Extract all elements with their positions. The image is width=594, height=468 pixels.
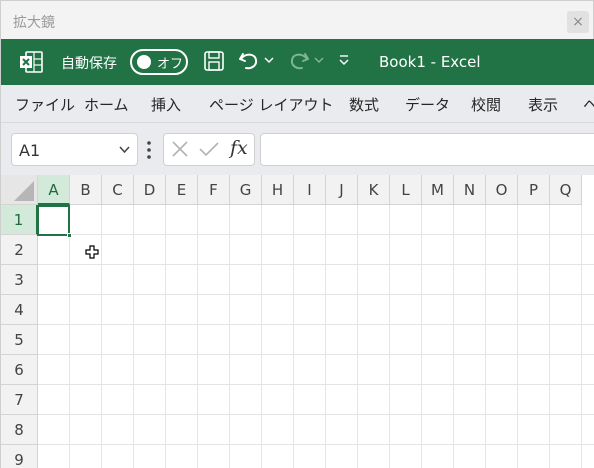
tab-home[interactable]: ホーム <box>84 94 129 115</box>
gridline-horizontal <box>38 414 594 415</box>
gridline-horizontal <box>38 264 594 265</box>
select-all-triangle <box>14 181 34 201</box>
autosave-label: 自動保存 <box>61 56 117 72</box>
undo-chevron-down-icon[interactable] <box>264 56 274 64</box>
column-header-d[interactable]: D <box>134 175 166 205</box>
enter-check-icon[interactable] <box>199 140 219 158</box>
column-header-c[interactable]: C <box>102 175 134 205</box>
formula-input[interactable] <box>260 133 594 166</box>
column-header-p[interactable]: P <box>518 175 550 205</box>
row-header-4[interactable]: 4 <box>1 295 38 325</box>
gridline-vertical <box>485 205 486 468</box>
column-header-l[interactable]: L <box>390 175 422 205</box>
row-header-6[interactable]: 6 <box>1 355 38 385</box>
tab-insert[interactable]: 挿入 <box>151 94 181 115</box>
spreadsheet-grid: ABCDEFGHIJKLMNOPQ 123456789 <box>1 175 594 468</box>
gridline-horizontal <box>38 384 594 385</box>
undo-icon[interactable] <box>237 50 261 72</box>
active-cell[interactable] <box>37 205 70 236</box>
column-header-e[interactable]: E <box>166 175 198 205</box>
gridline-vertical <box>325 205 326 468</box>
chevron-down-icon[interactable] <box>118 143 131 156</box>
select-all-button[interactable] <box>1 175 38 205</box>
column-header-q[interactable]: Q <box>550 175 582 205</box>
column-header-n[interactable]: N <box>454 175 486 205</box>
gridline-horizontal <box>38 354 594 355</box>
tab-data[interactable]: データ <box>405 94 450 115</box>
gridline-vertical <box>421 205 422 468</box>
row-header-3[interactable]: 3 <box>1 265 38 295</box>
tab-file[interactable]: ファイル <box>15 94 75 115</box>
column-header-b[interactable]: B <box>70 175 102 205</box>
row-header-9[interactable]: 9 <box>1 445 38 468</box>
column-header-m[interactable]: M <box>422 175 454 205</box>
tab-formulas[interactable]: 数式 <box>349 94 379 115</box>
close-button[interactable]: × <box>567 11 589 33</box>
insert-function-button[interactable]: fx <box>230 137 248 159</box>
gridline-vertical <box>261 205 262 468</box>
row-header-5[interactable]: 5 <box>1 325 38 355</box>
tab-review[interactable]: 校閲 <box>471 94 501 115</box>
fill-handle[interactable] <box>67 233 72 238</box>
column-header-i[interactable]: I <box>294 175 326 205</box>
cell-cursor-icon <box>85 245 99 259</box>
gridline-vertical <box>101 205 102 468</box>
gridline-vertical <box>133 205 134 468</box>
gridline-vertical <box>517 205 518 468</box>
column-header-g[interactable]: G <box>230 175 262 205</box>
gridline-vertical <box>581 205 582 468</box>
more-options-icon[interactable] <box>146 140 152 160</box>
tab-help[interactable]: ヘ <box>583 94 594 115</box>
customize-toolbar-icon[interactable] <box>338 52 350 68</box>
save-icon[interactable] <box>203 50 225 72</box>
gridline-vertical <box>389 205 390 468</box>
formula-bar: A1 fx <box>1 123 594 175</box>
column-header-j[interactable]: J <box>326 175 358 205</box>
magnifier-window: 拡大鏡 × 自動保存 オフ Book1 - Excel ファイル ホーム 挿入 … <box>0 0 594 468</box>
autosave-state: オフ <box>157 57 184 72</box>
name-box-value: A1 <box>19 141 41 160</box>
toggle-knob <box>137 55 151 69</box>
gridline-vertical <box>357 205 358 468</box>
tab-view[interactable]: 表示 <box>528 94 558 115</box>
row-header-1[interactable]: 1 <box>1 205 38 235</box>
gridline-horizontal <box>38 444 594 445</box>
gridline-horizontal <box>38 234 594 235</box>
excel-logo-icon <box>20 51 43 73</box>
document-title: Book1 - Excel <box>379 53 481 71</box>
ribbon-tabs: ファイル ホーム 挿入 ページ レイアウト 数式 データ 校閲 表示 ヘ <box>1 85 594 123</box>
gridline-horizontal <box>38 294 594 295</box>
excel-titlebar: 自動保存 オフ Book1 - Excel <box>1 39 594 85</box>
column-header-a[interactable]: A <box>38 175 70 205</box>
column-header-k[interactable]: K <box>358 175 390 205</box>
redo-icon <box>290 53 309 70</box>
magnifier-title: 拡大鏡 <box>13 15 55 31</box>
gridline-vertical <box>453 205 454 468</box>
magnifier-titlebar: 拡大鏡 × <box>1 1 593 39</box>
tab-page-layout[interactable]: ページ レイアウト <box>209 94 333 115</box>
gridline-vertical <box>549 205 550 468</box>
gridline-vertical <box>165 205 166 468</box>
cancel-icon[interactable] <box>171 140 189 158</box>
column-header-h[interactable]: H <box>262 175 294 205</box>
gridline-vertical <box>293 205 294 468</box>
column-header-f[interactable]: F <box>198 175 230 205</box>
redo-chevron-down-icon <box>314 57 324 64</box>
gridline-vertical <box>197 205 198 468</box>
gridline-vertical <box>69 205 70 468</box>
row-header-7[interactable]: 7 <box>1 385 38 415</box>
name-box[interactable]: A1 <box>11 133 138 166</box>
formula-actions: fx <box>163 133 255 166</box>
column-header-o[interactable]: O <box>486 175 518 205</box>
gridline-vertical <box>229 205 230 468</box>
row-header-8[interactable]: 8 <box>1 415 38 445</box>
row-header-2[interactable]: 2 <box>1 235 38 265</box>
gridline-horizontal <box>38 324 594 325</box>
autosave-toggle[interactable]: オフ <box>130 49 188 75</box>
